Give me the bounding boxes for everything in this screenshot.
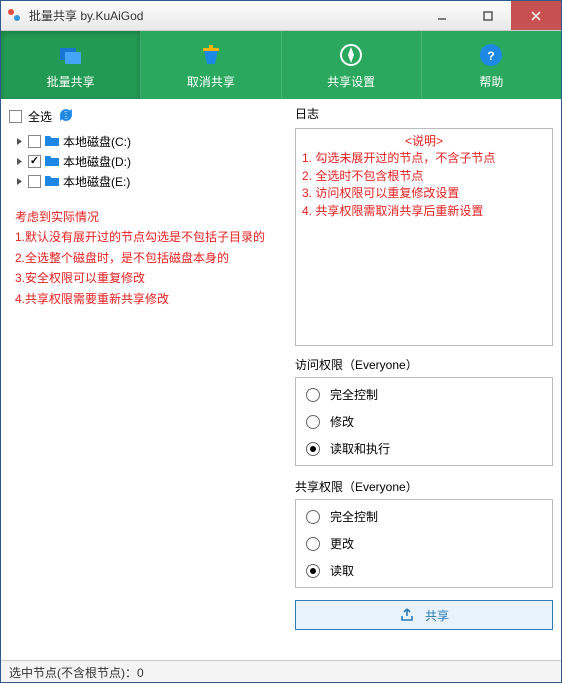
note-title: 考虑到实际情况	[15, 207, 281, 227]
note-line: 2.全选整个磁盘时，是不包括磁盘本身的	[15, 248, 281, 268]
access-radios: 完全控制 修改 读取和执行	[295, 377, 553, 466]
log-box: <说明> 1. 勾选未展开过的节点，不含子节点 2. 全选时不包含根节点 3. …	[295, 128, 553, 346]
tree-node-e[interactable]: 本地磁盘(E:)	[9, 171, 287, 191]
radio-label: 读取和执行	[330, 440, 390, 457]
log-title: <说明>	[302, 133, 546, 150]
share-change[interactable]: 更改	[306, 535, 542, 552]
node-checkbox[interactable]	[28, 135, 41, 148]
folder-icon	[44, 153, 60, 170]
share-read[interactable]: 读取	[306, 562, 542, 579]
share-full[interactable]: 完全控制	[306, 508, 542, 525]
radio-label: 修改	[330, 413, 354, 430]
expand-icon[interactable]	[13, 155, 25, 167]
radio-label: 更改	[330, 535, 354, 552]
access-group: 访问权限（Everyone） 完全控制 修改 读取和执行	[295, 350, 553, 468]
status-text: 选中节点(不含根节点)：0	[9, 666, 144, 680]
radio-icon	[306, 442, 320, 456]
select-all-checkbox[interactable]	[9, 110, 22, 123]
radio-icon	[306, 537, 320, 551]
node-checkbox[interactable]	[28, 175, 41, 188]
radio-icon	[306, 415, 320, 429]
toolbar-batch-share[interactable]: 批量共享	[1, 31, 141, 99]
node-label: 本地磁盘(D:)	[63, 153, 131, 170]
toolbar-help[interactable]: ? 帮助	[422, 31, 561, 99]
share-perm-label: 共享权限（Everyone）	[295, 478, 553, 495]
tree-node-c[interactable]: 本地磁盘(C:)	[9, 131, 287, 151]
radio-icon	[306, 510, 320, 524]
note-line: 4.共享权限需要重新共享修改	[15, 289, 281, 309]
log-line: 4. 共享权限需取消共享后重新设置	[302, 203, 546, 220]
select-header: 全选	[9, 105, 287, 127]
log-line: 1. 勾选未展开过的节点，不含子节点	[302, 150, 546, 167]
toolbar-batch-label: 批量共享	[47, 73, 95, 90]
left-note: 考虑到实际情况 1.默认没有展开过的节点勾选是不包括子目录的 2.全选整个磁盘时…	[9, 201, 287, 315]
node-checkbox[interactable]	[28, 155, 41, 168]
refresh-button[interactable]	[58, 107, 74, 126]
share-radios: 完全控制 更改 读取	[295, 499, 553, 588]
node-label: 本地磁盘(C:)	[63, 133, 131, 150]
toolbar: 批量共享 取消共享 共享设置 ? 帮助	[1, 31, 561, 99]
access-readexec[interactable]: 读取和执行	[306, 440, 542, 457]
toolbar-cancel-label: 取消共享	[187, 73, 235, 90]
log-line: 2. 全选时不包含根节点	[302, 168, 546, 185]
toolbar-share-settings[interactable]: 共享设置	[282, 31, 422, 99]
minimize-button[interactable]	[419, 1, 465, 30]
right-panel: 日志 <说明> 1. 勾选未展开过的节点，不含子节点 2. 全选时不包含根节点 …	[295, 105, 553, 654]
radio-label: 读取	[330, 562, 354, 579]
note-line: 1.默认没有展开过的节点勾选是不包括子目录的	[15, 227, 281, 247]
expand-icon[interactable]	[13, 175, 25, 187]
help-icon: ?	[477, 41, 505, 69]
toolbar-help-label: 帮助	[479, 73, 503, 90]
share-group: 共享权限（Everyone） 完全控制 更改 读取	[295, 472, 553, 590]
close-button[interactable]	[511, 1, 561, 30]
svg-text:?: ?	[488, 49, 495, 63]
trash-icon	[197, 41, 225, 69]
note-line: 3.安全权限可以重复修改	[15, 268, 281, 288]
access-modify[interactable]: 修改	[306, 413, 542, 430]
radio-icon	[306, 388, 320, 402]
radio-label: 完全控制	[330, 508, 378, 525]
access-full[interactable]: 完全控制	[306, 386, 542, 403]
drive-tree: 本地磁盘(C:) 本地磁盘(D:) 本地磁盘(E:)	[9, 127, 287, 191]
access-label: 访问权限（Everyone）	[295, 356, 553, 373]
share-button[interactable]: 共享	[295, 600, 553, 630]
body: 全选 本地磁盘(C:) 本地磁盘(D:)	[1, 99, 561, 660]
app-window: 批量共享 by.KuAiGod 批量共享 取消共享 共享设置 ? 帮助	[0, 0, 562, 683]
window-buttons	[419, 1, 561, 30]
expand-icon[interactable]	[13, 135, 25, 147]
folder-icon	[44, 173, 60, 190]
folder-icon	[44, 133, 60, 150]
radio-label: 完全控制	[330, 386, 378, 403]
compass-icon	[337, 41, 365, 69]
select-all-label: 全选	[28, 108, 52, 125]
left-panel: 全选 本地磁盘(C:) 本地磁盘(D:)	[9, 105, 287, 654]
app-icon	[7, 8, 23, 24]
toolbar-cancel-share[interactable]: 取消共享	[141, 31, 281, 99]
share-button-label: 共享	[425, 607, 449, 624]
window-title: 批量共享 by.KuAiGod	[29, 7, 419, 24]
node-label: 本地磁盘(E:)	[63, 173, 130, 190]
maximize-button[interactable]	[465, 1, 511, 30]
log-line: 3. 访问权限可以重复修改设置	[302, 185, 546, 202]
log-label: 日志	[295, 105, 553, 122]
radio-icon	[306, 564, 320, 578]
tree-node-d[interactable]: 本地磁盘(D:)	[9, 151, 287, 171]
share-icon	[399, 607, 415, 623]
folders-icon	[57, 41, 85, 69]
status-bar: 选中节点(不含根节点)：0	[1, 660, 561, 682]
titlebar: 批量共享 by.KuAiGod	[1, 1, 561, 31]
toolbar-settings-label: 共享设置	[327, 73, 375, 90]
